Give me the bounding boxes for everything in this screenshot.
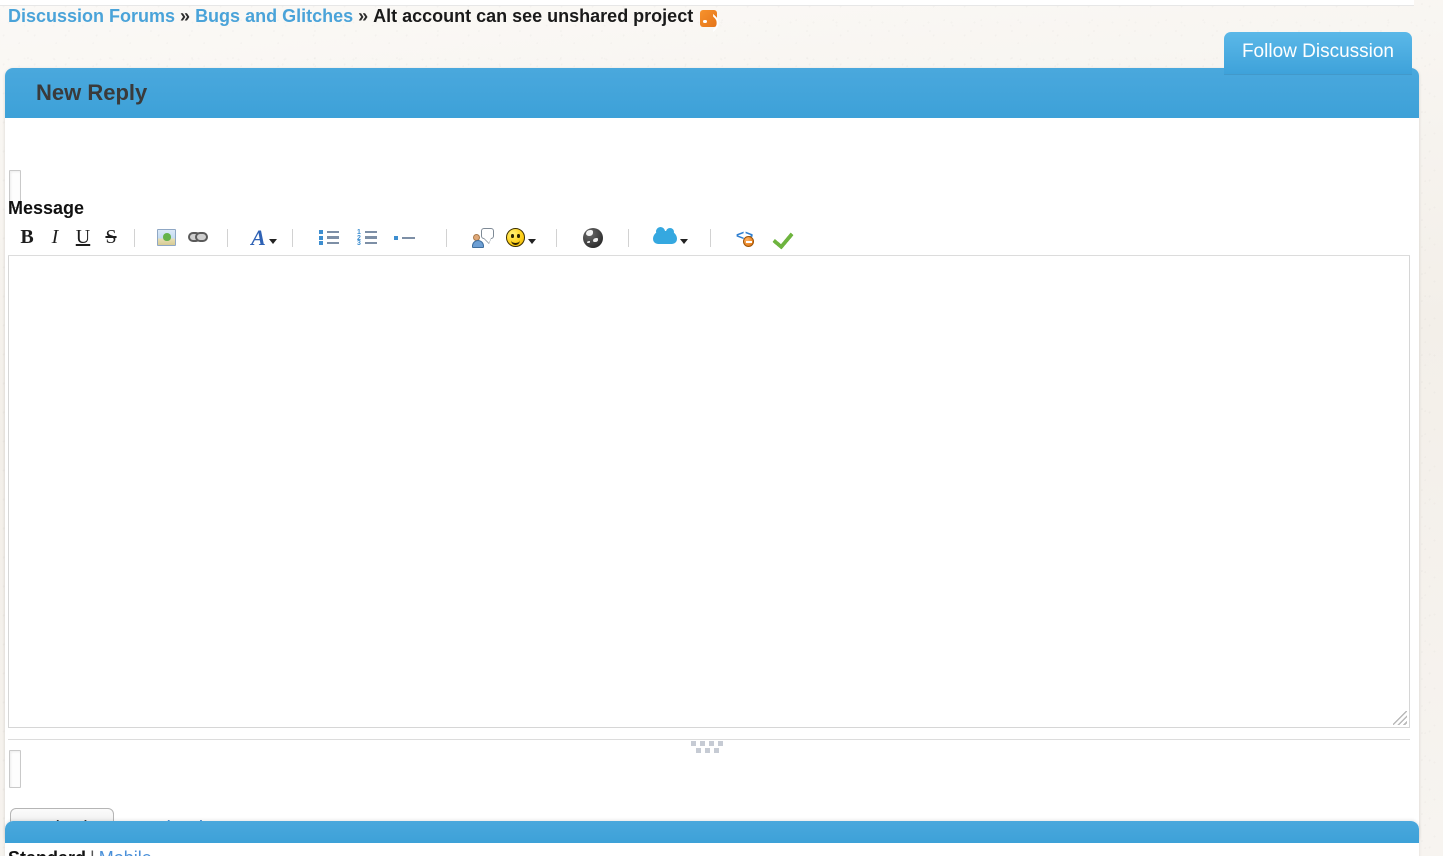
panel-header: New Reply (5, 68, 1419, 118)
emoticon-button[interactable] (502, 224, 540, 252)
grip-dots-icon (689, 741, 729, 753)
page-title: New Reply (36, 80, 148, 105)
underline-icon: U (75, 226, 91, 248)
breadcrumb-link-discussion-forums[interactable]: Discussion Forums (8, 6, 175, 27)
globe-icon (583, 227, 603, 248)
chevron-down-icon (679, 239, 688, 244)
chevron-down-icon (268, 239, 277, 244)
footer-separator: | (90, 848, 95, 856)
hidden-field-bottom[interactable] (9, 750, 21, 788)
bullet-list-button[interactable] (310, 224, 348, 252)
footer-accent-bar (5, 821, 1419, 843)
toolbar-divider-1 (134, 228, 135, 247)
editor-toolbar: B I U S A 123 < > (8, 220, 1410, 256)
quote-button[interactable] (464, 224, 502, 252)
breadcrumb-link-bugs-and-glitches[interactable]: Bugs and Glitches (195, 6, 353, 27)
toolbar-divider-7 (710, 228, 711, 247)
checkmark-icon (774, 228, 796, 247)
cloud-icon (652, 227, 677, 244)
smiley-icon (506, 228, 525, 247)
footer-mobile-link[interactable]: Mobile (99, 848, 152, 856)
horizontal-rule-button[interactable] (386, 224, 424, 252)
toolbar-divider-2 (227, 228, 228, 247)
font-style-button[interactable]: A (245, 224, 283, 252)
breadcrumb: Discussion Forums » Bugs and Glitches » … (8, 3, 718, 29)
message-input[interactable] (8, 256, 1410, 728)
message-input-value (9, 256, 1409, 272)
toolbar-divider-4 (446, 228, 447, 247)
editor-resize-handle[interactable] (8, 739, 1410, 755)
toolbar-divider-3 (292, 228, 293, 247)
footer-view-links: Standard | Mobile (5, 843, 1419, 856)
italic-button[interactable]: I (41, 224, 69, 252)
insert-image-button[interactable] (152, 224, 180, 252)
insert-link-button[interactable] (180, 224, 218, 252)
chevron-down-icon (528, 239, 536, 244)
confirm-button[interactable] (766, 224, 804, 252)
quote-icon (472, 227, 494, 248)
strikethrough-icon: S (105, 226, 117, 248)
new-reply-panel: New Reply Message B I U S A 1 2 3 < > (5, 68, 1419, 851)
ordered-list-icon: 123 (357, 229, 377, 247)
breadcrumb-separator-2: » (358, 5, 369, 26)
breadcrumb-separator-1: » (180, 5, 191, 26)
horizontal-rule-icon (394, 233, 416, 243)
toolbar-divider-6 (628, 228, 629, 247)
rss-feed-icon[interactable] (700, 9, 718, 27)
bold-icon: B (20, 226, 34, 248)
strikethrough-button[interactable]: S (97, 224, 125, 252)
font-color-icon: A (251, 224, 266, 250)
bold-button[interactable]: B (13, 224, 41, 252)
message-editor: B I U S A 123 < > (8, 220, 1410, 728)
footer-panel: Standard | Mobile (5, 821, 1419, 856)
numbered-list-button[interactable]: 123 (348, 224, 386, 252)
link-icon (188, 232, 210, 243)
toolbar-divider-5 (556, 228, 557, 247)
unordered-list-icon (319, 230, 339, 246)
image-icon (156, 229, 176, 246)
follow-discussion-button[interactable]: Follow Discussion (1223, 32, 1412, 74)
breadcrumb-current-topic: Alt account can see unshared project (373, 5, 694, 26)
message-label: Message (8, 198, 85, 218)
italic-icon: I (51, 226, 59, 248)
panel-body: Message B I U S A 12 3 < > (5, 118, 1419, 851)
source-code-button[interactable]: < > (728, 224, 766, 252)
source-code-icon: < > (736, 228, 758, 247)
footer-standard-label: Standard (8, 848, 86, 856)
textarea-resize-handle[interactable] (1393, 711, 1407, 725)
cloud-button[interactable] (646, 224, 694, 252)
globe-button[interactable] (574, 224, 612, 252)
editor-resize-line (8, 739, 1410, 740)
underline-button[interactable]: U (69, 224, 97, 252)
